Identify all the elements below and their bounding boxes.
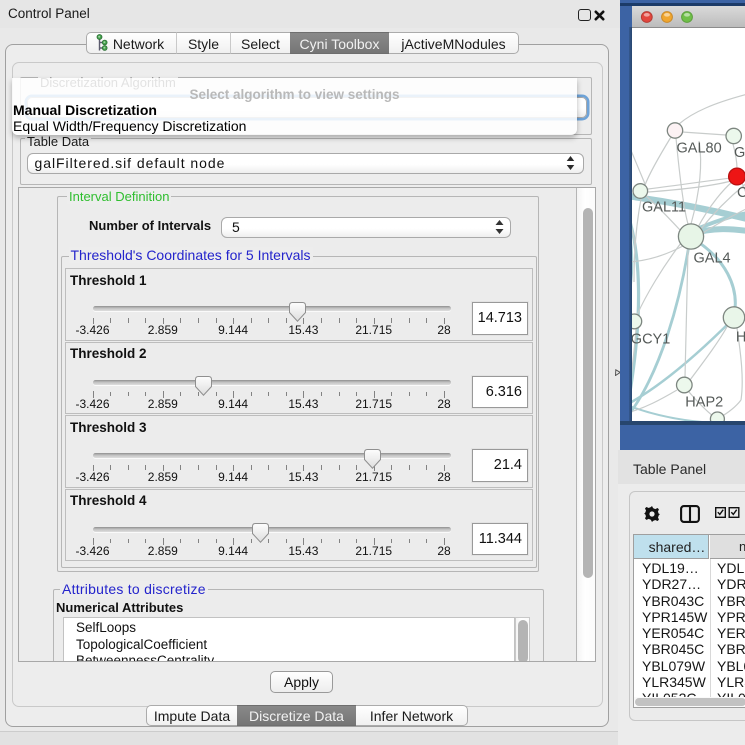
svg-text:GCY1: GCY1 <box>632 332 670 348</box>
svg-text:HA: HA <box>736 330 745 346</box>
svg-text:C: C <box>737 185 745 201</box>
svg-text:HAP2: HAP2 <box>685 395 723 411</box>
svg-text:GAL80: GAL80 <box>677 141 722 157</box>
svg-text:GAL: GAL <box>734 145 745 161</box>
svg-text:GAL11: GAL11 <box>642 200 686 216</box>
svg-text:GAL4: GAL4 <box>694 251 731 267</box>
